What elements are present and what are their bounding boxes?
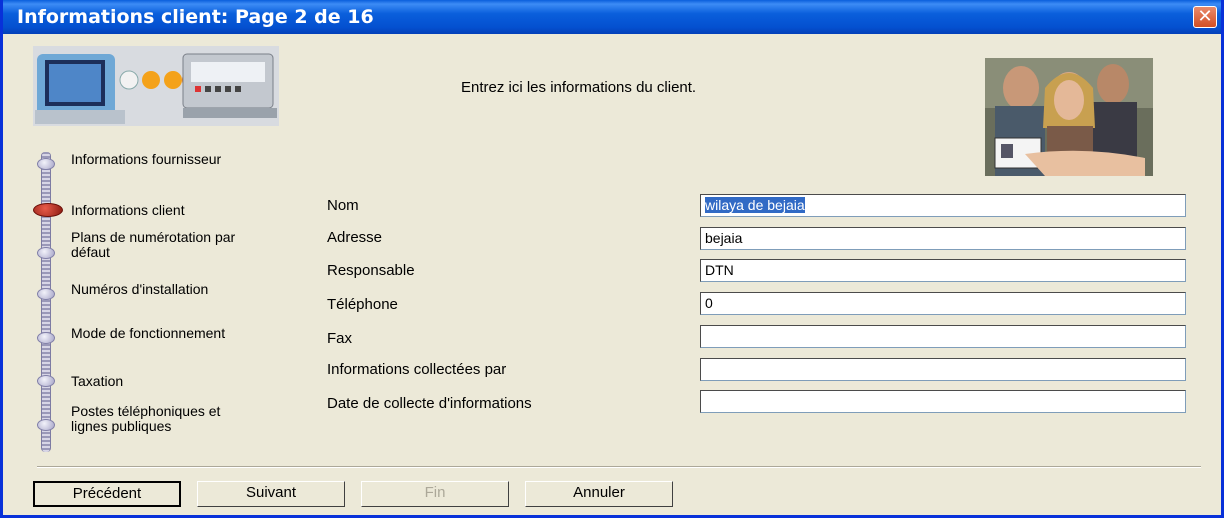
- wizard-window: Informations client: Page 2 de 16 ✕ Entr…: [0, 0, 1224, 518]
- nom-label: Nom: [327, 197, 359, 214]
- wizard-steps-rail: [41, 152, 51, 452]
- responsable-label: Responsable: [327, 262, 415, 279]
- step-label: Informations fournisseur: [71, 151, 222, 167]
- telephone-input[interactable]: 0: [700, 292, 1186, 315]
- step-label: Postes téléphoniques et lignes publiques: [71, 403, 221, 434]
- step-label: Taxation: [71, 373, 124, 389]
- responsable-input[interactable]: DTN: [700, 259, 1186, 282]
- close-icon: ✕: [1197, 6, 1213, 27]
- separator: [37, 466, 1201, 468]
- step-label: Mode de fonctionnement: [71, 325, 226, 341]
- collectees-label: Informations collectées par: [327, 361, 507, 378]
- adresse-input[interactable]: bejaia: [700, 227, 1186, 250]
- step-label: Informations client: [71, 202, 185, 218]
- fax-input[interactable]: [700, 325, 1186, 348]
- adresse-label: Adresse: [327, 229, 383, 246]
- cancel-button[interactable]: Annuler: [525, 481, 673, 507]
- collectees-input[interactable]: [700, 358, 1186, 381]
- fax-label: Fax: [327, 330, 353, 347]
- step-marker-icon: [37, 332, 55, 344]
- step-label: Numéros d'installation: [71, 281, 209, 297]
- finish-button[interactable]: Fin: [361, 481, 509, 507]
- step-marker-icon: [37, 375, 55, 387]
- nom-value: wilaya de bejaia: [705, 197, 805, 213]
- step-marker-icon: [37, 288, 55, 300]
- step-label: Plans de numérotation par défaut: [71, 229, 236, 260]
- telephone-label: Téléphone: [327, 296, 398, 313]
- step-marker-icon: [37, 247, 55, 259]
- active-step-marker-icon: [33, 203, 63, 217]
- step-marker-icon: [37, 419, 55, 431]
- window-title: Informations client: Page 2 de 16: [17, 6, 374, 28]
- instruction-text: Entrez ici les informations du client.: [461, 79, 697, 96]
- close-button[interactable]: ✕: [1193, 6, 1217, 28]
- title-bar[interactable]: Informations client: Page 2 de 16 ✕: [3, 0, 1221, 34]
- previous-button[interactable]: Précédent: [33, 481, 181, 507]
- computer-logo-icon: [33, 46, 279, 126]
- step-marker-icon: [37, 158, 55, 170]
- date-input[interactable]: [700, 390, 1186, 413]
- next-button[interactable]: Suivant: [197, 481, 345, 507]
- date-label: Date de collecte d'informations: [327, 395, 532, 412]
- people-photo-icon: [985, 58, 1153, 176]
- nom-input[interactable]: wilaya de bejaia: [700, 194, 1186, 217]
